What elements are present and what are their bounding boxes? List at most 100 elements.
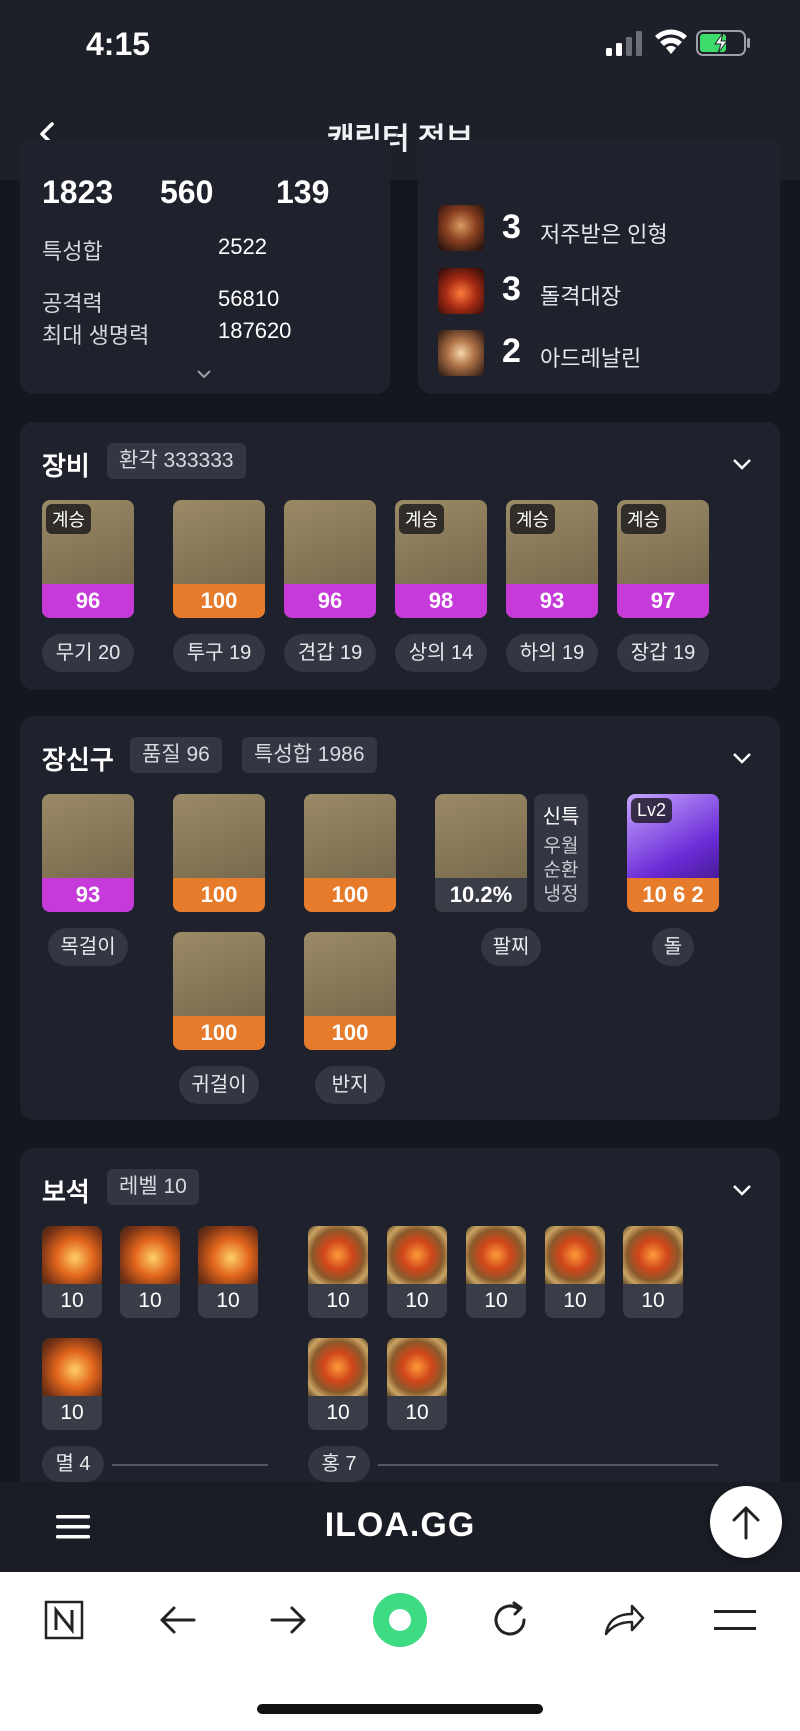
necklace-item[interactable]: 93 bbox=[42, 794, 134, 912]
adrenaline-icon bbox=[438, 330, 484, 376]
crimson-gem[interactable]: 10 bbox=[466, 1226, 526, 1318]
equipment-item-chest[interactable]: 계승 98 bbox=[395, 500, 487, 618]
gloves-icon: 계승 bbox=[617, 500, 709, 584]
bracelet-effects: 신특 우월 순환 냉정 bbox=[534, 794, 588, 912]
battery-icon bbox=[696, 30, 750, 56]
stone-item[interactable]: Lv2 10 6 2 bbox=[627, 794, 719, 912]
earring-item-1[interactable]: 100 bbox=[173, 794, 265, 912]
crimson-gem-icon bbox=[623, 1226, 683, 1284]
annihilation-gem-icon bbox=[198, 1226, 258, 1284]
annihilation-gem[interactable]: 10 bbox=[120, 1226, 180, 1318]
crimson-gem[interactable]: 10 bbox=[387, 1226, 447, 1318]
share-icon[interactable] bbox=[602, 1600, 646, 1640]
accessories-section bbox=[20, 716, 780, 1120]
ring-icon bbox=[304, 932, 396, 1016]
engraving-name: 돌격대장 bbox=[540, 284, 621, 309]
divider bbox=[378, 1464, 718, 1466]
quality-bar: 100 bbox=[304, 1016, 396, 1050]
menu-lines-icon[interactable] bbox=[714, 1608, 756, 1632]
gem-level: 10 bbox=[563, 1289, 587, 1312]
stat-label-total: 특성합 bbox=[42, 239, 103, 264]
collapse-chevron-icon[interactable] bbox=[730, 452, 754, 476]
collapse-chevron-icon[interactable] bbox=[730, 746, 754, 770]
scroll-top-button[interactable] bbox=[710, 1486, 782, 1558]
annihilation-gem[interactable]: 10 bbox=[42, 1338, 102, 1430]
gem-level: 10 bbox=[484, 1289, 508, 1312]
stat-label-attack: 공격력 bbox=[42, 291, 103, 316]
home-green-icon[interactable] bbox=[372, 1592, 428, 1648]
earring-icon bbox=[173, 794, 265, 878]
crimson-gem[interactable]: 10 bbox=[308, 1338, 368, 1430]
necklace-label: 목걸이 bbox=[48, 928, 128, 966]
gem-level: 10 bbox=[405, 1289, 429, 1312]
annihilation-gem[interactable]: 10 bbox=[42, 1226, 102, 1318]
earring-icon bbox=[173, 932, 265, 1016]
divider bbox=[112, 1464, 268, 1466]
crimson-label: 홍 7 bbox=[308, 1446, 370, 1482]
quality-bar: 93 bbox=[506, 584, 598, 618]
quality-bar: 97 bbox=[617, 584, 709, 618]
gem-level: 10 bbox=[326, 1289, 350, 1312]
quality-bar: 93 bbox=[42, 878, 134, 912]
annihilation-gem-icon bbox=[120, 1226, 180, 1284]
ring-item-2[interactable]: 100 bbox=[304, 932, 396, 1050]
gem-level: 10 bbox=[138, 1289, 162, 1312]
quality-bar: 98 bbox=[395, 584, 487, 618]
crimson-gem-icon bbox=[308, 1338, 368, 1396]
refresh-icon[interactable] bbox=[490, 1600, 530, 1640]
equipment-item-shoulder[interactable]: 96 bbox=[284, 500, 376, 618]
gem-level: 10 bbox=[641, 1289, 665, 1312]
crimson-gem[interactable]: 10 bbox=[623, 1226, 683, 1318]
equipment-item-gloves[interactable]: 계승 97 bbox=[617, 500, 709, 618]
back-arrow-icon[interactable] bbox=[156, 1600, 198, 1640]
necklace-icon bbox=[42, 794, 134, 878]
gem-level: 10 bbox=[60, 1401, 84, 1424]
equipment-item-pants[interactable]: 계승 93 bbox=[506, 500, 598, 618]
expand-chevron-icon[interactable] bbox=[196, 368, 212, 380]
engraving-level: 3 bbox=[502, 270, 521, 308]
crimson-gem[interactable]: 10 bbox=[387, 1338, 447, 1430]
menu-icon[interactable] bbox=[56, 1514, 90, 1540]
bracelet-item[interactable]: 10.2% bbox=[435, 794, 527, 912]
bracelet-icon bbox=[435, 794, 527, 878]
weapon-icon: 계승 bbox=[42, 500, 134, 584]
inherit-badge: 계승 bbox=[621, 504, 667, 534]
arrow-up-icon bbox=[732, 1506, 760, 1540]
gem-level: 10 bbox=[216, 1289, 240, 1312]
chest-armor-icon: 계승 bbox=[395, 500, 487, 584]
stat-number-1: 1823 bbox=[42, 174, 114, 210]
forward-arrow-icon[interactable] bbox=[268, 1600, 310, 1640]
signal-icon bbox=[606, 31, 642, 56]
shoulder-icon bbox=[284, 500, 376, 584]
brand-logo[interactable]: ILOA.GG bbox=[300, 1506, 500, 1545]
equipment-label: 견갑 19 bbox=[284, 634, 376, 672]
earring-item-2[interactable]: 100 bbox=[173, 932, 265, 1050]
quality-chip: 품질 96 bbox=[130, 737, 222, 773]
annihilation-gem[interactable]: 10 bbox=[198, 1226, 258, 1318]
crimson-gem[interactable]: 10 bbox=[545, 1226, 605, 1318]
collapse-chevron-icon[interactable] bbox=[730, 1178, 754, 1202]
gem-level: 10 bbox=[405, 1401, 429, 1424]
ring-item-1[interactable]: 100 bbox=[304, 794, 396, 912]
equipment-item-weapon[interactable]: 계승 96 bbox=[42, 500, 134, 618]
equipment-item-helmet[interactable]: 100 bbox=[173, 500, 265, 618]
quality-bar: 100 bbox=[173, 1016, 265, 1050]
equipment-label: 투구 19 bbox=[173, 634, 265, 672]
section-title: 장신구 bbox=[42, 745, 114, 775]
annihilation-gem-icon bbox=[42, 1226, 102, 1284]
equipment-chip: 환각 333333 bbox=[107, 443, 246, 479]
bracelet-effect: 냉정 bbox=[543, 884, 579, 905]
stat-label-hp: 최대 생명력 bbox=[42, 323, 150, 348]
crimson-gem-icon bbox=[466, 1226, 526, 1284]
quality-bar: 100 bbox=[304, 878, 396, 912]
quality-bar: 96 bbox=[42, 584, 134, 618]
gem-level-chip: 레벨 10 bbox=[107, 1169, 199, 1205]
crimson-gem[interactable]: 10 bbox=[308, 1226, 368, 1318]
stat-value-attack: 56810 bbox=[218, 286, 280, 311]
status-time: 4:15 bbox=[86, 26, 151, 62]
section-title: 보석 bbox=[42, 1177, 90, 1207]
naver-icon[interactable] bbox=[44, 1600, 84, 1640]
stat-value-hp: 187620 bbox=[218, 318, 292, 343]
annihilation-label: 멸 4 bbox=[42, 1446, 104, 1482]
quality-bar: 96 bbox=[284, 584, 376, 618]
